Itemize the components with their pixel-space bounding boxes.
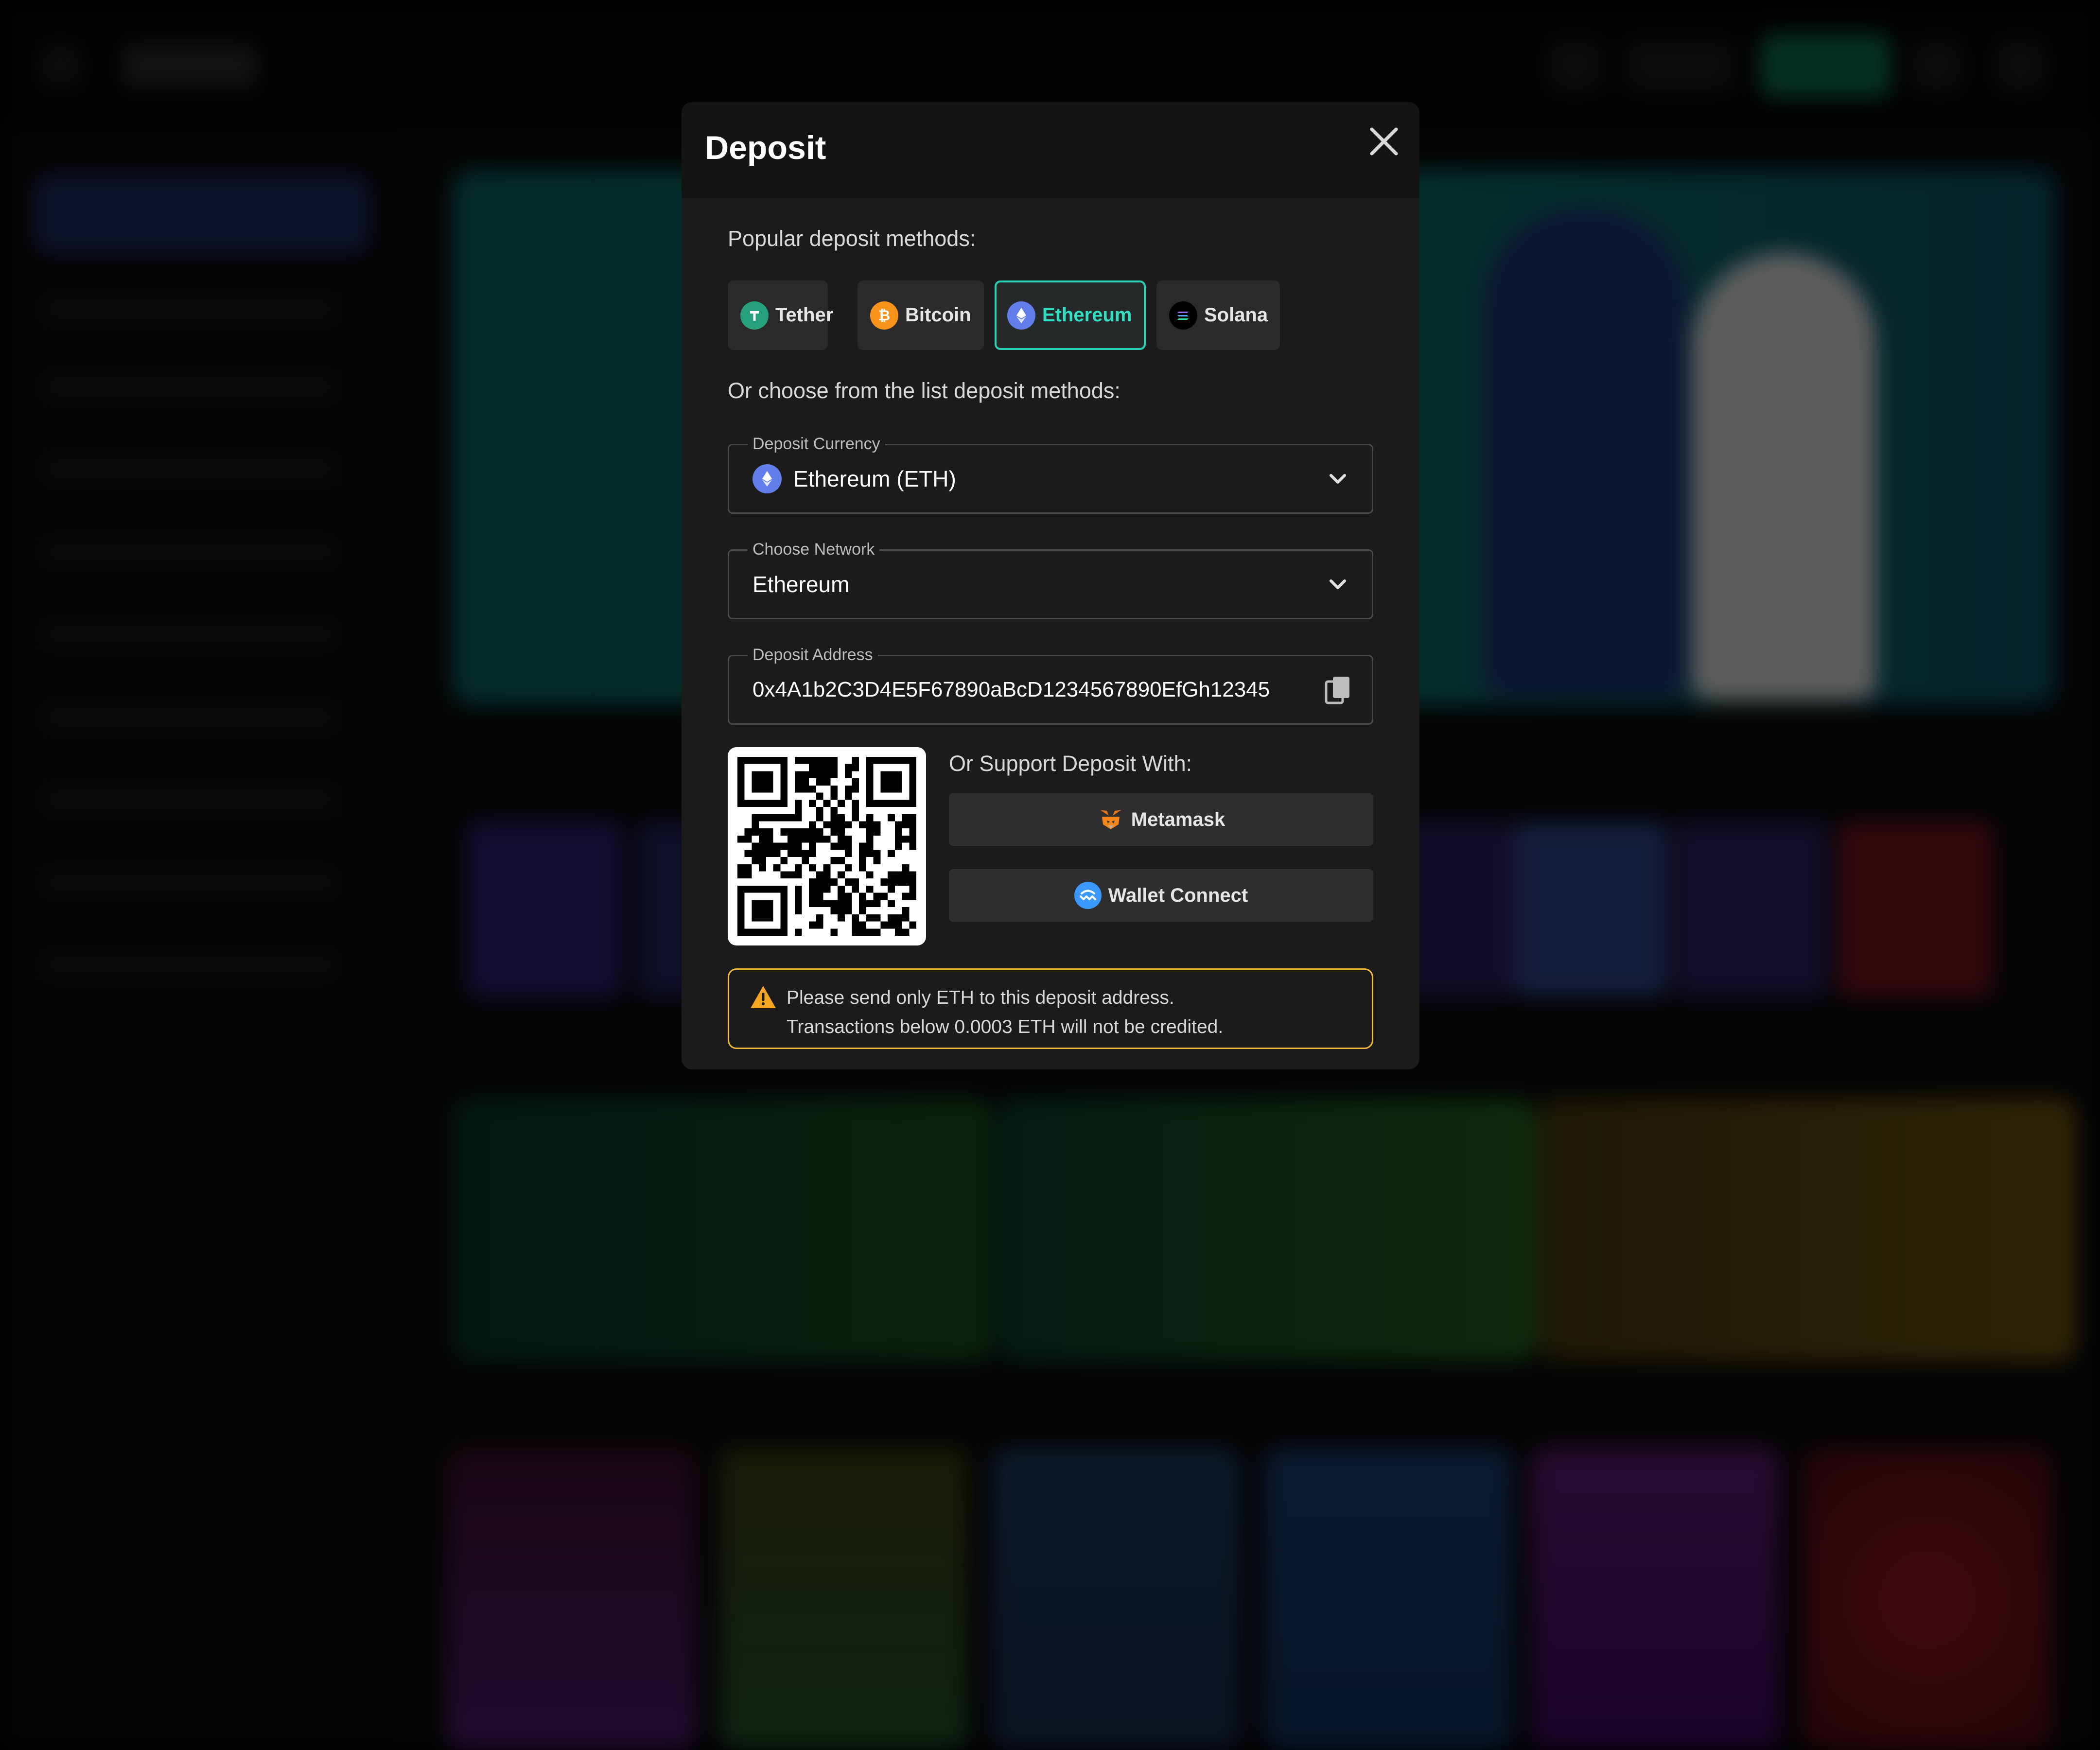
modal-title: Deposit [705,129,826,166]
method-label: Bitcoin [905,304,971,326]
deposit-warning: Please send only ETH to this deposit add… [728,968,1373,1049]
warning-text: Please send only ETH to this deposit add… [787,983,1223,1042]
walletconnect-label: Wallet Connect [1108,884,1248,906]
method-label: Tether [775,304,834,326]
walletconnect-button[interactable]: Wallet Connect [949,869,1373,922]
svg-text:₿: ₿ [878,308,890,324]
close-icon [1370,127,1398,156]
chevron-down-icon [1330,474,1346,484]
qr-code [728,747,926,945]
close-button[interactable] [1362,120,1406,163]
warning-icon [751,986,776,1008]
method-tether-button[interactable]: Tether [728,280,833,350]
list-methods-label: Or choose from the list deposit methods: [728,378,1120,403]
solana-icon [1169,301,1197,330]
metamask-fox-icon [1097,806,1124,833]
warning-line-1: Please send only ETH to this deposit add… [787,987,1174,1008]
modal-header: Deposit [682,102,1419,198]
tether-icon [740,301,769,330]
method-bitcoin-button[interactable]: ₿ Bitcoin [858,280,984,350]
ethereum-icon [1007,301,1035,330]
deposit-currency-value-row: Ethereum (ETH) [752,445,956,512]
bitcoin-icon: ₿ [870,301,898,330]
network-select[interactable]: Choose Network Ethereum [728,540,1373,619]
method-label: Solana [1204,304,1268,326]
ethereum-icon [752,464,782,493]
qr-code-image [737,757,916,936]
support-deposit-label: Or Support Deposit With: [949,751,1192,776]
deposit-address-value: 0x4A1b2C3D4E5F67890aBcD1234567890EfGh123… [752,678,1270,701]
warning-line-2: Transactions below 0.0003 ETH will not b… [787,1016,1224,1037]
chevron-down-icon [1330,579,1346,589]
deposit-address-field[interactable]: Deposit Address 0x4A1b2C3D4E5F67890aBcD1… [728,646,1373,725]
deposit-currency-value: Ethereum (ETH) [793,466,956,491]
copy-icon[interactable] [1324,675,1353,706]
deposit-modal: Deposit Popular deposit methods: Tether … [682,102,1419,1069]
metamask-label: Metamask [1131,808,1225,830]
method-label: Ethereum [1042,304,1132,326]
method-solana-button[interactable]: Solana [1156,280,1280,350]
network-value: Ethereum [752,572,850,597]
deposit-currency-select[interactable]: Deposit Currency Ethereum (ETH) [728,435,1373,514]
popular-methods-label: Popular deposit methods: [728,226,976,251]
walletconnect-icon [1074,882,1102,909]
method-ethereum-button[interactable]: Ethereum [995,280,1146,350]
metamask-button[interactable]: Metamask [949,793,1373,846]
